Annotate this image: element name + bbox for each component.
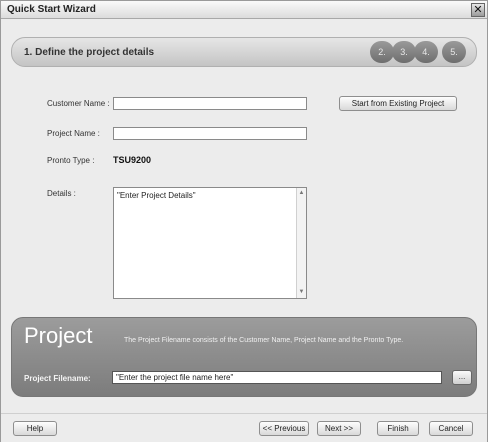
step-header: 1. Define the project details 2. 3. 4. 5… <box>11 37 477 67</box>
project-description: The Project Filename consists of the Cus… <box>124 337 404 344</box>
wizard-window: Quick Start Wizard ✕ 1. Define the proje… <box>0 0 488 442</box>
next-button[interactable]: Next >> <box>317 421 361 436</box>
browse-button[interactable]: ... <box>452 370 472 385</box>
project-filename-input[interactable]: "Enter the project file name here" <box>112 371 442 384</box>
details-text: "Enter Project Details" <box>117 191 196 200</box>
previous-button[interactable]: << Previous <box>259 421 309 436</box>
step-pill-5[interactable]: 5. <box>442 41 466 63</box>
window-title: Quick Start Wizard <box>7 4 96 15</box>
project-name-input[interactable] <box>113 127 307 140</box>
footer-bar: Help << Previous Next >> Finish Cancel <box>1 413 487 442</box>
close-icon: ✕ <box>473 4 483 16</box>
project-name-label: Project Name : <box>47 129 100 138</box>
step-pill-2[interactable]: 2. <box>370 41 394 63</box>
details-textarea[interactable]: "Enter Project Details" ▲ ▼ <box>113 187 307 299</box>
project-heading: Project <box>24 323 93 348</box>
pronto-type-value: TSU9200 <box>113 155 152 165</box>
help-button[interactable]: Help <box>13 421 57 436</box>
finish-button[interactable]: Finish <box>377 421 419 436</box>
scroll-up-icon[interactable]: ▲ <box>298 190 305 197</box>
title-bar: Quick Start Wizard ✕ <box>1 1 487 19</box>
customer-name-label: Customer Name : <box>47 99 110 108</box>
project-filename-label: Project Filename: <box>24 374 91 383</box>
pronto-type-label: Pronto Type : <box>47 156 95 165</box>
start-from-existing-project-button[interactable]: Start from Existing Project <box>339 96 457 111</box>
step-title: 1. Define the project details <box>24 47 155 58</box>
step-pill-4[interactable]: 4. <box>414 41 438 63</box>
project-panel: Project The Project Filename consists of… <box>11 317 477 397</box>
details-scrollbar[interactable]: ▲ ▼ <box>296 188 306 298</box>
scroll-down-icon[interactable]: ▼ <box>298 289 305 296</box>
close-button[interactable]: ✕ <box>471 3 485 17</box>
step-pill-3[interactable]: 3. <box>392 41 416 63</box>
cancel-button[interactable]: Cancel <box>429 421 473 436</box>
customer-name-input[interactable] <box>113 97 307 110</box>
details-label: Details : <box>47 189 76 198</box>
